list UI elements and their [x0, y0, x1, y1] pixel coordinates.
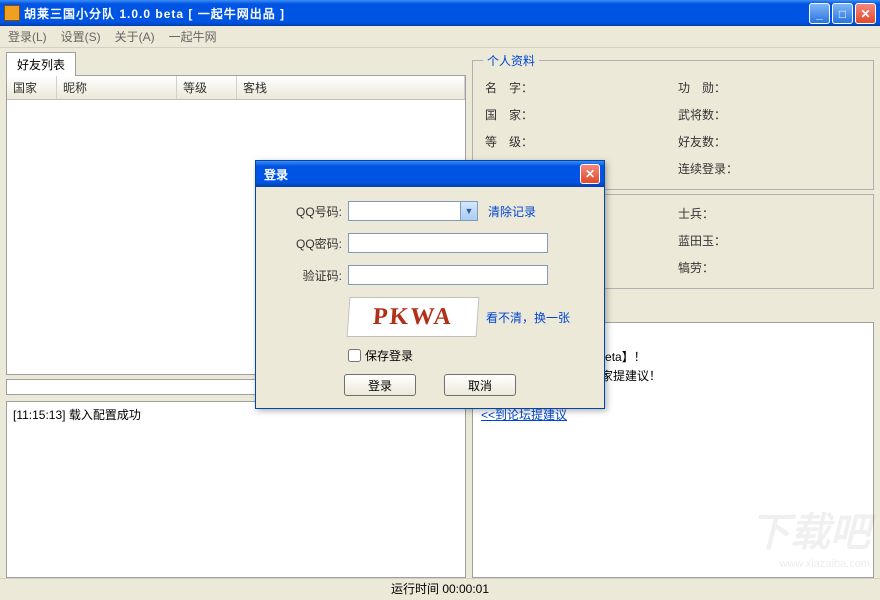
menu-about[interactable]: 关于(A): [115, 28, 155, 45]
col-nick[interactable]: 昵称: [57, 76, 177, 99]
dialog-titlebar[interactable]: 登录 ✕: [256, 161, 604, 187]
minimize-button[interactable]: _: [809, 3, 830, 24]
label-name: 名 字：: [485, 79, 668, 96]
maximize-button[interactable]: □: [832, 3, 853, 24]
save-login-checkbox[interactable]: [348, 349, 361, 362]
profile-legend: 个人资料: [483, 52, 539, 69]
close-button[interactable]: ✕: [855, 3, 876, 24]
save-login-label: 保存登录: [365, 347, 413, 364]
menu-settings[interactable]: 设置(S): [61, 28, 101, 45]
qq-number-label: QQ号码:: [272, 203, 342, 220]
label-merit: 功 勋：: [678, 79, 861, 96]
dialog-close-button[interactable]: ✕: [580, 164, 600, 184]
dialog-title: 登录: [264, 166, 288, 183]
label-country: 国 家：: [485, 106, 668, 123]
menubar: 登录(L) 设置(S) 关于(A) 一起牛网: [0, 26, 880, 48]
qq-number-input[interactable]: [348, 201, 478, 221]
label-friends: 好友数：: [678, 133, 861, 150]
col-inn[interactable]: 客栈: [237, 76, 465, 99]
captcha-image: PKWA: [347, 297, 480, 337]
qq-password-input[interactable]: [348, 233, 548, 253]
window-titlebar: 胡莱三国小分队 1.0.0 beta [ 一起牛网出品 ] _ □ ✕: [0, 0, 880, 26]
runtime-label: 运行时间: [391, 580, 439, 597]
refresh-captcha-link[interactable]: 看不清，换一张: [486, 309, 570, 326]
captcha-input[interactable]: [348, 265, 548, 285]
label-level: 等 级：: [485, 133, 668, 150]
col-level[interactable]: 等级: [177, 76, 237, 99]
log-panel[interactable]: [11:15:13] 载入配置成功: [6, 401, 466, 578]
statusbar: 运行时间 00:00:01: [0, 578, 880, 598]
runtime-value: 00:00:01: [442, 582, 489, 596]
chevron-down-icon[interactable]: ▼: [460, 202, 477, 220]
stat-gaolao: 犒劳：: [678, 259, 861, 276]
menu-site[interactable]: 一起牛网: [169, 28, 217, 45]
label-generals: 武将数：: [678, 106, 861, 123]
col-country[interactable]: 国家: [7, 76, 57, 99]
tab-friends[interactable]: 好友列表: [6, 52, 76, 76]
app-icon: [4, 5, 20, 21]
stat-soldiers: 士兵：: [678, 205, 861, 222]
label-consec: 连续登录：: [678, 160, 861, 177]
clear-history-link[interactable]: 清除记录: [488, 203, 536, 220]
forum-link[interactable]: <<到论坛提建议: [481, 408, 567, 422]
window-controls: _ □ ✕: [809, 3, 876, 24]
qq-password-label: QQ密码:: [272, 235, 342, 252]
stat-lantian: 蓝田玉：: [678, 232, 861, 249]
window-title: 胡莱三国小分队 1.0.0 beta [ 一起牛网出品 ]: [24, 5, 285, 22]
friends-grid-header: 国家 昵称 等级 客栈: [7, 76, 465, 100]
login-button[interactable]: 登录: [344, 374, 416, 396]
cancel-button[interactable]: 取消: [444, 374, 516, 396]
menu-login[interactable]: 登录(L): [8, 28, 47, 45]
login-dialog: 登录 ✕ QQ号码: ▼ 清除记录 QQ密码: 验证码: PKWA 看不清，换一…: [255, 160, 605, 409]
captcha-label: 验证码:: [272, 267, 342, 284]
qq-number-combo[interactable]: ▼: [348, 201, 478, 221]
dialog-body: QQ号码: ▼ 清除记录 QQ密码: 验证码: PKWA 看不清，换一张 保存登…: [256, 187, 604, 408]
